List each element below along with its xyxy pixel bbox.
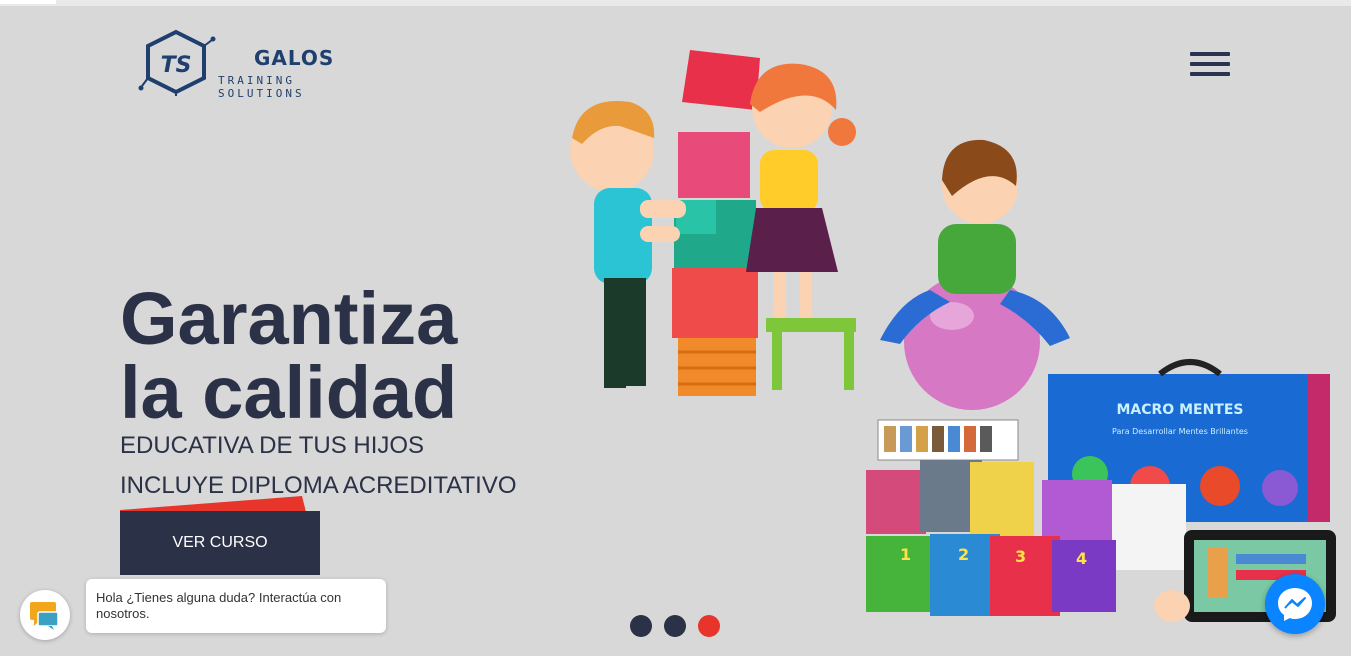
hero-title-line1: Garantiza bbox=[120, 277, 458, 360]
chat-greeting-bubble[interactable]: Hola ¿Tienes alguna duda? Interactúa con… bbox=[86, 579, 386, 633]
slider-dot-3-active[interactable] bbox=[698, 615, 720, 637]
slider-dot-2[interactable] bbox=[664, 615, 686, 637]
product-box-title: MACRO MENTES bbox=[1116, 402, 1243, 418]
top-progress-bar bbox=[0, 0, 1351, 6]
toy-blocks bbox=[672, 50, 760, 396]
cta-area: VER CURSO bbox=[120, 496, 320, 576]
product-box-subtitle: Para Desarrollar Mentes Brillantes bbox=[1112, 427, 1248, 436]
picture-cards bbox=[877, 419, 1019, 461]
book-number-4: 4 bbox=[1076, 549, 1087, 568]
girl bbox=[746, 63, 856, 390]
chat-bubbles-icon bbox=[30, 602, 59, 630]
kids-playing-illustration: MACRO MENTES Para Desarrollar Mentes Bri… bbox=[570, 50, 1336, 622]
book-number-2: 2 bbox=[958, 545, 969, 564]
ver-curso-button[interactable]: VER CURSO bbox=[120, 511, 320, 575]
hero-subtitle: EDUCATIVA DE TUS HIJOS bbox=[120, 432, 425, 459]
brand-name: GALOS bbox=[254, 46, 335, 70]
chat-greeting-text: Hola ¿Tienes alguna duda? Interactúa con… bbox=[96, 590, 342, 621]
boy-on-ball bbox=[880, 139, 1070, 410]
slider-dots bbox=[630, 615, 730, 637]
ts-hexagon-logo-icon: TS bbox=[138, 29, 216, 96]
hero-title-line2: la calidad bbox=[120, 351, 458, 434]
book-number-3: 3 bbox=[1015, 547, 1026, 566]
progress-indicator bbox=[0, 0, 56, 4]
slider-dot-1[interactable] bbox=[630, 615, 652, 637]
messenger-icon bbox=[1278, 588, 1312, 621]
brand-logo[interactable]: TS GALOS TRAINING SOLUTIONS bbox=[138, 28, 378, 100]
logo-monogram: TS bbox=[161, 53, 192, 78]
hero-title: Garantiza la calidad bbox=[120, 282, 560, 430]
book-number-1: 1 bbox=[900, 545, 911, 564]
brand-tagline: TRAINING SOLUTIONS bbox=[218, 74, 305, 100]
boy-left bbox=[570, 101, 686, 388]
chat-widget-button[interactable] bbox=[20, 590, 70, 640]
messenger-button[interactable] bbox=[1265, 574, 1325, 634]
